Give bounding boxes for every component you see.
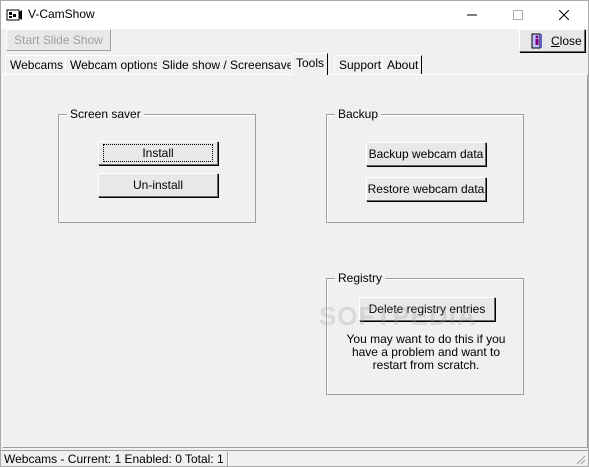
resize-grip-icon[interactable] — [574, 453, 586, 465]
app-window: V-CamShow Start Slide Show Close Webcams… — [0, 0, 589, 467]
screensaver-group: Screen saver — [58, 107, 256, 223]
window-close-button[interactable] — [541, 1, 587, 29]
minimize-button[interactable] — [449, 1, 495, 29]
registry-group-title: Registry — [335, 271, 386, 285]
close-button[interactable]: Close — [519, 29, 585, 52]
uninstall-button[interactable]: Un-install — [98, 173, 218, 197]
title-bar[interactable]: V-CamShow — [1, 1, 588, 29]
status-text: Webcams - Current: 1 Enabled: 0 Total: 1 — [4, 452, 224, 466]
status-bar: Webcams - Current: 1 Enabled: 0 Total: 1 — [1, 450, 588, 466]
minimize-icon — [467, 14, 477, 16]
tab-tools[interactable]: Tools — [291, 53, 329, 75]
tab-about[interactable]: About — [382, 55, 423, 74]
install-button[interactable]: Install — [98, 141, 218, 165]
tab-strip: Webcams Webcam options Slide show / Scre… — [1, 53, 588, 75]
tab-webcams[interactable]: Webcams — [5, 55, 68, 74]
door-exit-icon — [531, 33, 542, 48]
close-x-icon — [559, 10, 569, 20]
maximize-button[interactable] — [495, 1, 541, 29]
backup-group: Backup — [326, 107, 524, 223]
window-title: V-CamShow — [28, 7, 95, 21]
tab-support[interactable]: Support — [334, 55, 386, 74]
close-button-label: Close — [551, 33, 582, 48]
backup-webcam-data-button[interactable]: Backup webcam data — [366, 142, 486, 166]
screensaver-group-title: Screen saver — [67, 107, 144, 121]
status-divider — [227, 452, 229, 466]
toolbar: Start Slide Show Close — [1, 29, 588, 53]
maximize-icon — [513, 10, 523, 20]
delete-registry-entries-button[interactable]: Delete registry entries — [359, 297, 495, 321]
start-slideshow-button[interactable]: Start Slide Show — [6, 29, 111, 51]
backup-group-title: Backup — [335, 107, 382, 121]
tab-slideshow-screensaver[interactable]: Slide show / Screensaver — [157, 55, 302, 74]
install-button-label: Install — [103, 144, 213, 162]
camera-app-icon — [6, 9, 22, 21]
tab-webcam-options[interactable]: Webcam options — [65, 55, 164, 74]
restore-webcam-data-button[interactable]: Restore webcam data — [366, 177, 486, 201]
registry-note: You may want to do this if you have a pr… — [346, 332, 506, 372]
